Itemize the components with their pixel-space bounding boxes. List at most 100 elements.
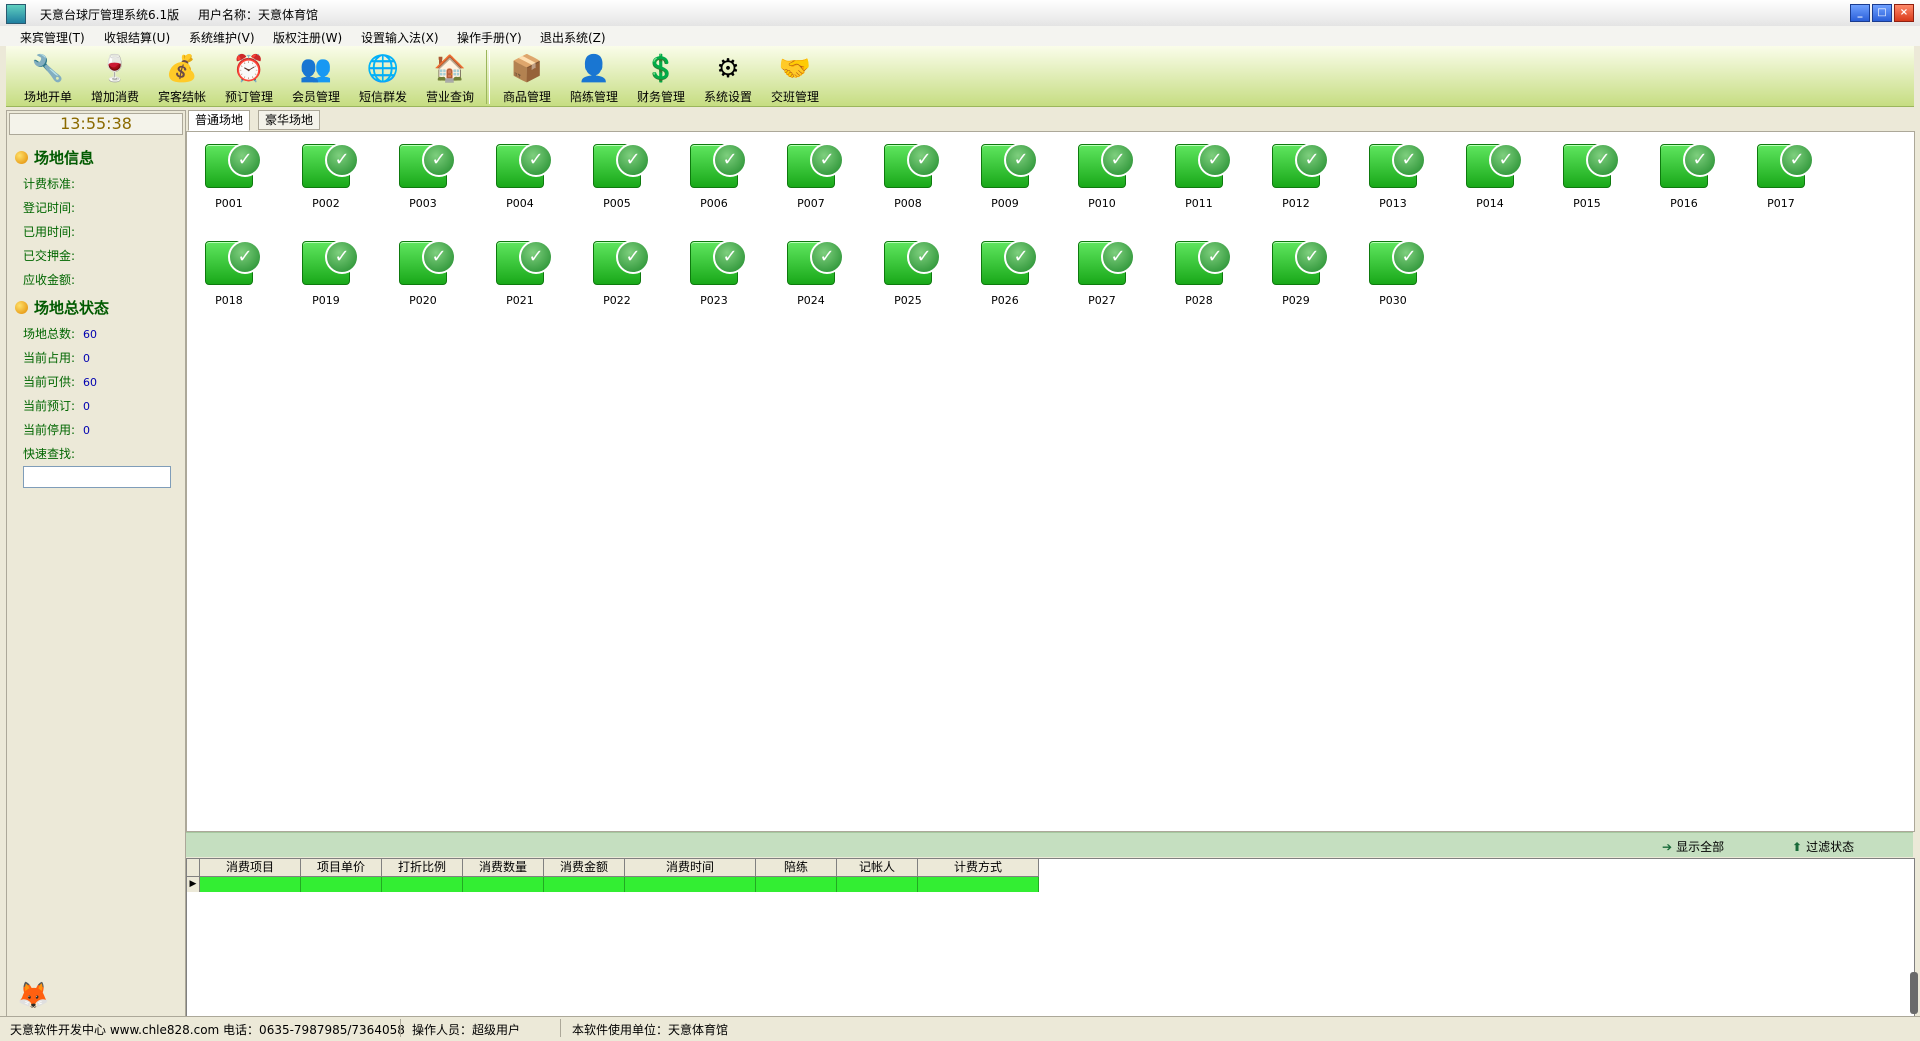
- venue-tile[interactable]: ✓ P004: [492, 138, 553, 218]
- venue-tile[interactable]: ✓ P029: [1268, 235, 1329, 315]
- venue-tile[interactable]: ✓ P015: [1559, 138, 1620, 218]
- venue-tile[interactable]: ✓ P020: [395, 235, 456, 315]
- menu-manual[interactable]: 操作手册(Y): [457, 29, 522, 46]
- trainer-button[interactable]: 👤 陪练管理: [562, 52, 626, 106]
- business-query-button[interactable]: 🏠 营业查询: [418, 52, 482, 106]
- venue-tile[interactable]: ✓ P026: [977, 235, 1038, 315]
- cell-unit-price[interactable]: [301, 877, 382, 892]
- cell-trainer[interactable]: [756, 877, 837, 892]
- user-name: 用户名称：天意体育馆: [198, 8, 319, 22]
- venue-tile[interactable]: ✓ P013: [1365, 138, 1426, 218]
- cell-discount[interactable]: [382, 877, 463, 892]
- venue-tile[interactable]: ✓ P012: [1268, 138, 1329, 218]
- open-venue-button[interactable]: 🔧 场地开单: [16, 52, 80, 106]
- cell-item[interactable]: [200, 877, 301, 892]
- venue-tile[interactable]: ✓ P017: [1753, 138, 1814, 218]
- col-unit-price[interactable]: 项目单价: [301, 859, 382, 877]
- shift-button[interactable]: 🤝 交班管理: [763, 52, 827, 106]
- venue-tile[interactable]: ✓ P009: [977, 138, 1038, 218]
- venue-tile[interactable]: ✓ P028: [1171, 235, 1232, 315]
- checkout-button[interactable]: 💰 宾客结帐: [150, 52, 214, 106]
- venue-available-icon: ✓: [1466, 143, 1523, 188]
- venue-label: P026: [991, 294, 1019, 307]
- col-amount[interactable]: 消费金额: [544, 859, 625, 877]
- venue-tile[interactable]: ✓ P019: [298, 235, 359, 315]
- venue-label: P017: [1767, 197, 1795, 210]
- dollar-icon: 💲: [644, 54, 678, 84]
- col-billing-method[interactable]: 计费方式: [918, 859, 1039, 877]
- menu-registration[interactable]: 版权注册(W): [273, 29, 342, 46]
- check-icon: ✓: [713, 143, 747, 177]
- goods-button[interactable]: 📦 商品管理: [495, 52, 559, 106]
- tool-label: 营业查询: [425, 90, 474, 104]
- minimize-button[interactable]: _: [1850, 4, 1870, 22]
- close-button[interactable]: ×: [1894, 4, 1914, 22]
- menu-cashier[interactable]: 收银结算(U): [104, 29, 170, 46]
- scrollbar-thumb[interactable]: [1910, 972, 1918, 1014]
- venue-tile[interactable]: ✓ P014: [1462, 138, 1523, 218]
- add-consumption-button[interactable]: 🍷 增加消费: [83, 52, 147, 106]
- cell-amount[interactable]: [544, 877, 625, 892]
- tool-label: 系统设置: [703, 90, 752, 104]
- col-discount[interactable]: 打折比例: [382, 859, 463, 877]
- venue-tile[interactable]: ✓ P030: [1365, 235, 1426, 315]
- app-icon[interactable]: [6, 4, 26, 24]
- venue-tile[interactable]: ✓ P025: [880, 235, 941, 315]
- venue-tile[interactable]: ✓ P011: [1171, 138, 1232, 218]
- cell-time[interactable]: [625, 877, 756, 892]
- menu-guest[interactable]: 来宾管理(T): [20, 29, 85, 46]
- venue-tile[interactable]: ✓ P021: [492, 235, 553, 315]
- tab-normal-venue[interactable]: 普通场地: [188, 110, 251, 131]
- venue-tile[interactable]: ✓ P003: [395, 138, 456, 218]
- cell-recorder[interactable]: [837, 877, 918, 892]
- col-recorder[interactable]: 记帐人: [837, 859, 918, 877]
- menu-exit[interactable]: 退出系统(Z): [540, 29, 606, 46]
- venue-label: P006: [700, 197, 728, 210]
- check-icon: ✓: [1101, 143, 1135, 177]
- venue-tile[interactable]: ✓ P005: [589, 138, 650, 218]
- venue-tile[interactable]: ✓ P016: [1656, 138, 1717, 218]
- venue-tile[interactable]: ✓ P007: [783, 138, 844, 218]
- col-quantity[interactable]: 消费数量: [463, 859, 544, 877]
- quick-search-input[interactable]: [23, 466, 171, 488]
- filter-status-button[interactable]: ⬆ 过滤状态: [1792, 838, 1854, 855]
- maximize-button[interactable]: □: [1872, 4, 1892, 22]
- venue-tile[interactable]: ✓ P006: [686, 138, 747, 218]
- venue-tile[interactable]: ✓ P024: [783, 235, 844, 315]
- check-icon: ✓: [325, 143, 359, 177]
- booking-button[interactable]: ⏰ 预订管理: [217, 52, 281, 106]
- venue-tile[interactable]: ✓ P008: [880, 138, 941, 218]
- settings-button[interactable]: ⚙ 系统设置: [696, 52, 760, 106]
- tab-luxury-venue[interactable]: 豪华场地: [258, 110, 321, 130]
- menu-maintenance[interactable]: 系统维护(V): [189, 29, 255, 46]
- check-icon: ✓: [228, 143, 262, 177]
- member-button[interactable]: 👥 会员管理: [284, 52, 348, 106]
- venue-available-icon: ✓: [302, 240, 359, 285]
- venue-tile[interactable]: ✓ P010: [1074, 138, 1135, 218]
- sms-button[interactable]: 🌐 短信群发: [351, 52, 415, 106]
- venue-tile[interactable]: ✓ P022: [589, 235, 650, 315]
- finance-button[interactable]: 💲 财务管理: [629, 52, 693, 106]
- col-time[interactable]: 消费时间: [625, 859, 756, 877]
- venue-label: P016: [1670, 197, 1698, 210]
- venue-tile[interactable]: ✓ P023: [686, 235, 747, 315]
- venue-tile[interactable]: ✓ P002: [298, 138, 359, 218]
- quick-search-label: 快速查找:: [23, 447, 76, 461]
- venue-available-icon: ✓: [496, 240, 553, 285]
- bullet-icon: [15, 301, 28, 314]
- col-trainer[interactable]: 陪练: [756, 859, 837, 877]
- venue-available-icon: ✓: [1369, 143, 1426, 188]
- show-all-button[interactable]: ➔ 显示全部: [1662, 838, 1724, 855]
- table-row[interactable]: ▶: [187, 877, 1039, 892]
- venue-tile[interactable]: ✓ P001: [201, 138, 262, 218]
- col-item[interactable]: 消费项目: [200, 859, 301, 877]
- disabled-value: 0: [83, 424, 91, 437]
- clock: 13:55:38: [9, 113, 183, 135]
- coins-icon: 💰: [165, 54, 199, 84]
- venue-tile[interactable]: ✓ P018: [201, 235, 262, 315]
- menu-input-method[interactable]: 设置输入法(X): [361, 29, 439, 46]
- cell-billing-method[interactable]: [918, 877, 1039, 892]
- sidebar: 13:55:38 场地信息 计费标准: 登记时间: 已用时间: 已交押金: 应收…: [6, 110, 186, 1018]
- venue-tile[interactable]: ✓ P027: [1074, 235, 1135, 315]
- cell-quantity[interactable]: [463, 877, 544, 892]
